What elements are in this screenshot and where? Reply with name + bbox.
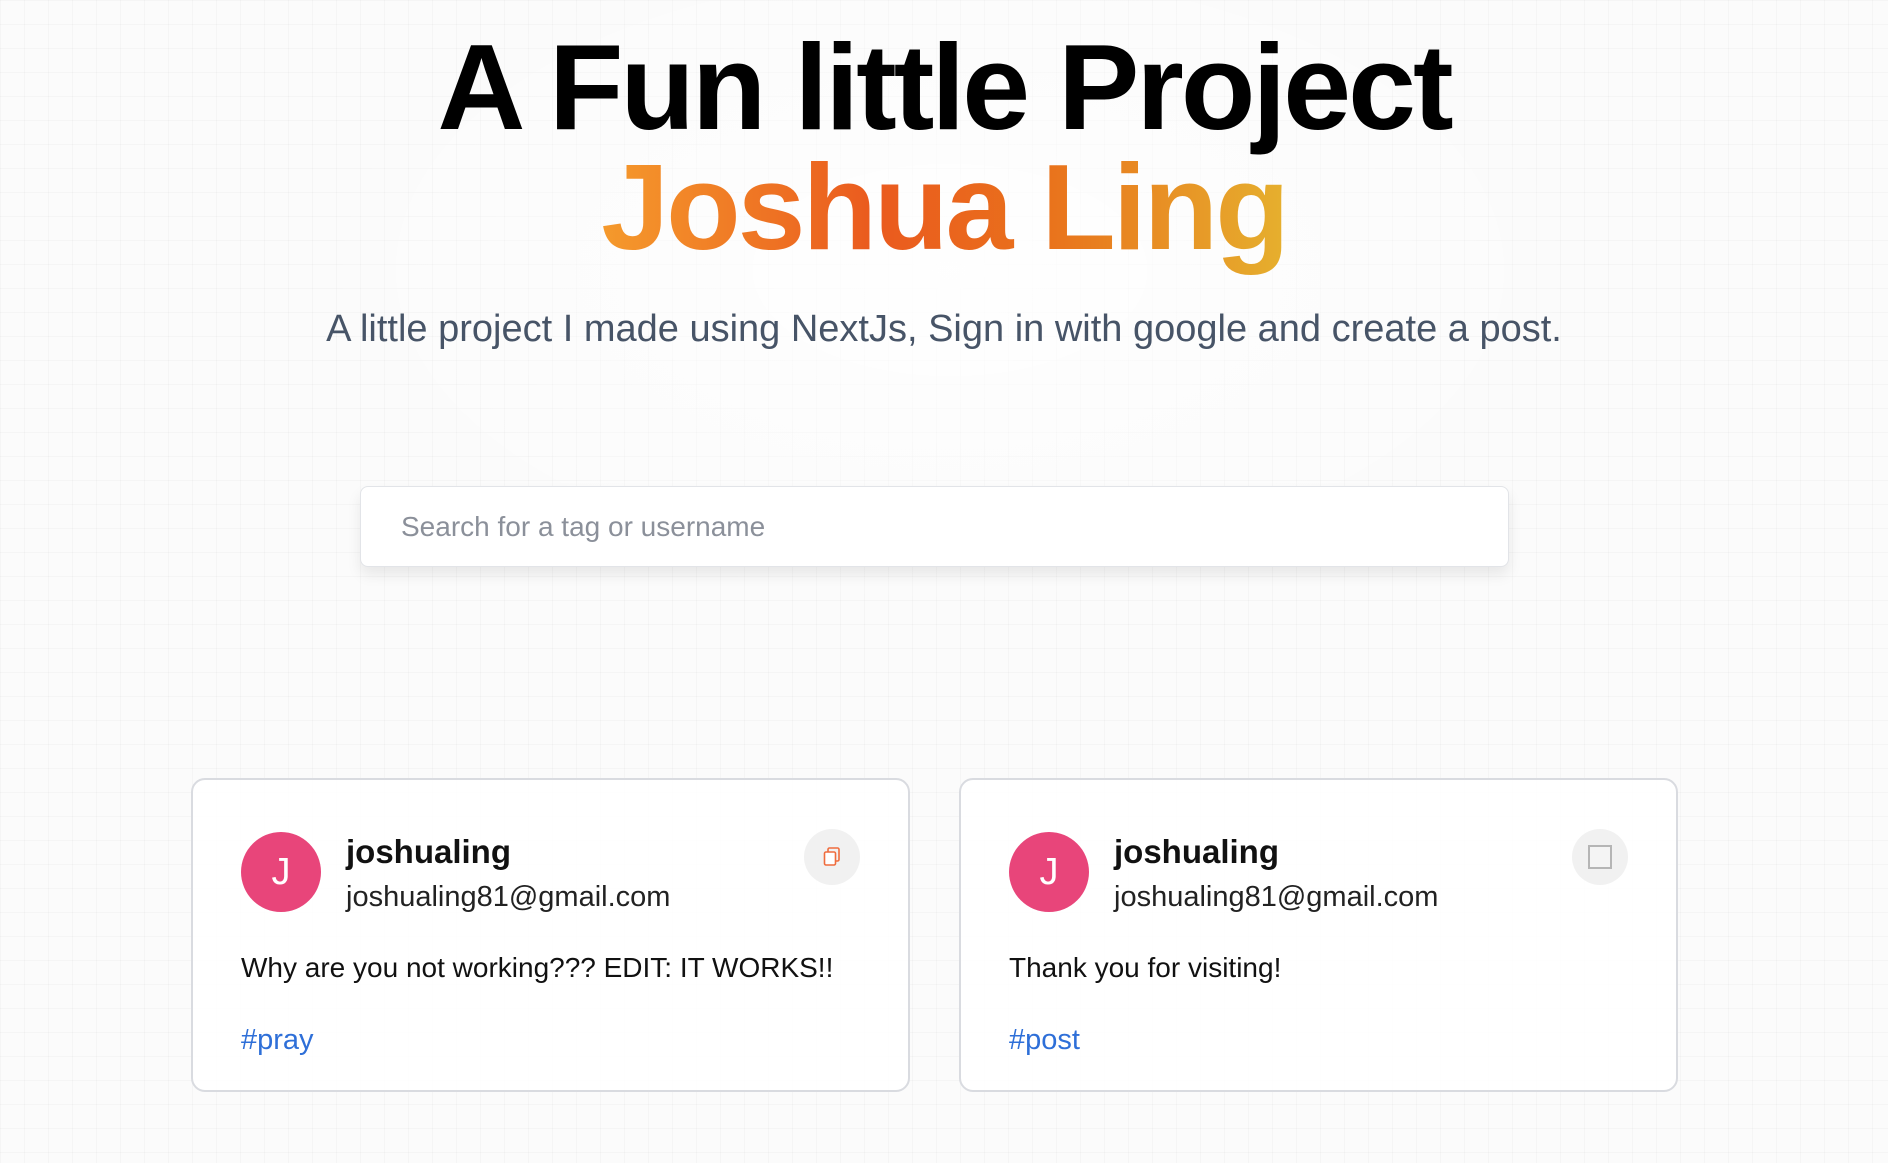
page-subtitle: A little project I made using NextJs, Si… xyxy=(326,308,1562,350)
search-input[interactable] xyxy=(361,487,1508,566)
post-card: J joshualing joshualing81@gmail.com Than… xyxy=(959,778,1678,1092)
author-name-text: Joshua Ling xyxy=(601,139,1289,275)
avatar[interactable]: J xyxy=(241,832,321,912)
email: joshualing81@gmail.com xyxy=(346,881,671,913)
copy-button[interactable] xyxy=(1572,829,1628,885)
copy-icon xyxy=(823,847,840,866)
post-content: Why are you not working??? EDIT: IT WORK… xyxy=(241,952,834,983)
avatar[interactable]: J xyxy=(1009,832,1089,912)
post-tag[interactable]: #pray xyxy=(241,1022,314,1058)
broken-image-icon xyxy=(1588,845,1612,869)
username[interactable]: joshualing xyxy=(346,832,511,872)
email: joshualing81@gmail.com xyxy=(1114,881,1439,913)
search-bar xyxy=(360,486,1509,567)
post-tag[interactable]: #post xyxy=(1009,1022,1080,1058)
author-name: Joshua Ling xyxy=(0,142,1888,272)
copy-button[interactable] xyxy=(804,829,860,885)
post-card: J joshualing joshualing81@gmail.com Why … xyxy=(191,778,910,1092)
username[interactable]: joshualing xyxy=(1114,832,1279,872)
page-title: A Fun little Project xyxy=(437,19,1453,155)
post-content: Thank you for visiting! xyxy=(1009,952,1282,983)
